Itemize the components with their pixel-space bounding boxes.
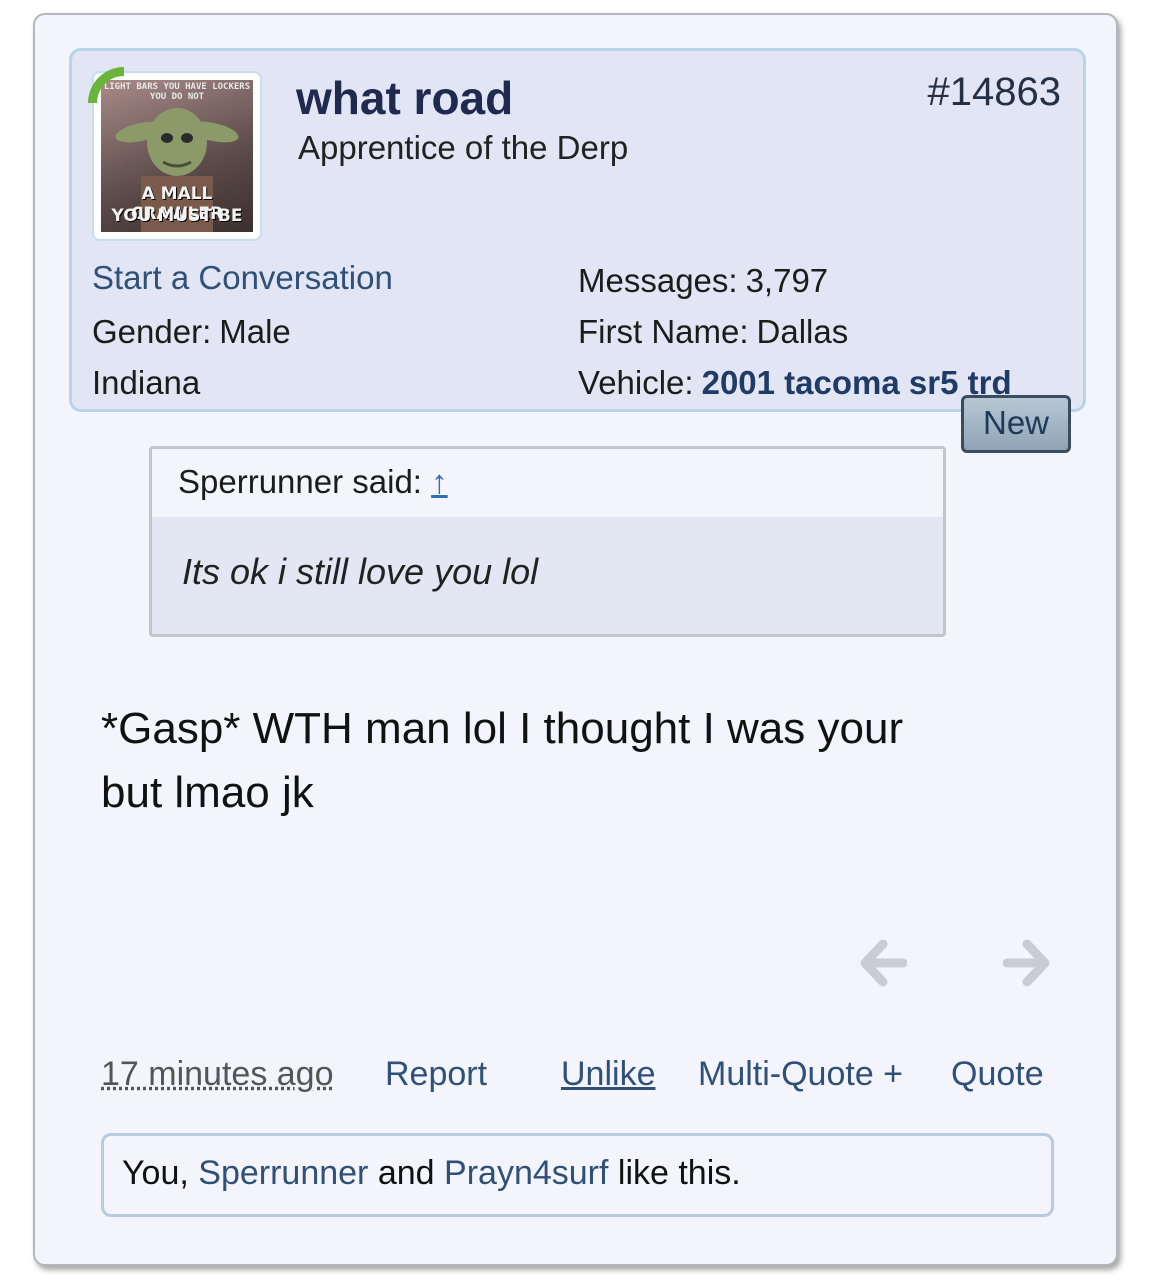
username[interactable]: what road bbox=[296, 71, 513, 125]
multi-quote-link[interactable]: Multi-Quote + bbox=[698, 1055, 903, 1094]
first-name-label: First Name: bbox=[578, 313, 749, 350]
quote-jump-link[interactable]: ↑ bbox=[431, 463, 448, 500]
messages-label: Messages: bbox=[578, 262, 738, 299]
new-badge[interactable]: New bbox=[961, 395, 1071, 453]
vehicle-row: Vehicle: 2001 tacoma sr5 trd bbox=[578, 364, 1012, 402]
quote-header: Sperrunner said: ↑ bbox=[152, 449, 943, 517]
likes-and: and bbox=[377, 1154, 435, 1192]
online-leaf-icon bbox=[88, 67, 124, 103]
likes-suffix: like this. bbox=[617, 1154, 741, 1192]
avatar-caption-bottom: YOU MUST BE bbox=[111, 206, 243, 226]
first-name-row: First Name: Dallas bbox=[578, 313, 848, 351]
quote-block: Sperrunner said: ↑ Its ok i still love y… bbox=[149, 446, 946, 637]
quote-link[interactable]: Quote bbox=[951, 1055, 1044, 1094]
report-link[interactable]: Report bbox=[385, 1055, 487, 1094]
user-info-panel: LIGHT BARS YOU HAVE LOCKERS YOU DO NOT A… bbox=[69, 48, 1086, 412]
post-message: *Gasp* WTH man lol I thought I was your … bbox=[101, 704, 904, 817]
post-number[interactable]: #14863 bbox=[928, 70, 1061, 115]
messages-value: 3,797 bbox=[745, 262, 829, 299]
liker-link[interactable]: Sperrunner bbox=[198, 1154, 368, 1192]
unlike-link[interactable]: Unlike bbox=[561, 1055, 655, 1094]
avatar[interactable]: LIGHT BARS YOU HAVE LOCKERS YOU DO NOT A… bbox=[88, 67, 262, 241]
post-card: LIGHT BARS YOU HAVE LOCKERS YOU DO NOT A… bbox=[33, 13, 1118, 1266]
vehicle-label: Vehicle: bbox=[578, 364, 694, 401]
quote-text: Its ok i still love you lol bbox=[182, 551, 539, 592]
messages-row: Messages: 3,797 bbox=[578, 262, 828, 300]
post-timestamp[interactable]: 17 minutes ago bbox=[101, 1055, 334, 1094]
gender-row: Gender: Male bbox=[92, 313, 291, 351]
start-conversation-link[interactable]: Start a Conversation bbox=[92, 259, 393, 297]
arrow-right-icon[interactable] bbox=[1002, 935, 1053, 1002]
likes-you: You, bbox=[122, 1154, 189, 1192]
location: Indiana bbox=[92, 364, 201, 401]
user-title: Apprentice of the Derp bbox=[298, 129, 629, 166]
likes-summary: You, Sperrunner and Prayn4surf like this… bbox=[101, 1133, 1054, 1217]
gender-label: Gender: bbox=[92, 313, 212, 350]
gender-value: Male bbox=[219, 313, 291, 350]
first-name-value: Dallas bbox=[756, 313, 849, 350]
arrow-left-icon[interactable] bbox=[857, 935, 908, 1002]
liker-link[interactable]: Prayn4surf bbox=[444, 1154, 608, 1192]
quote-author: Sperrunner said: bbox=[178, 463, 422, 500]
